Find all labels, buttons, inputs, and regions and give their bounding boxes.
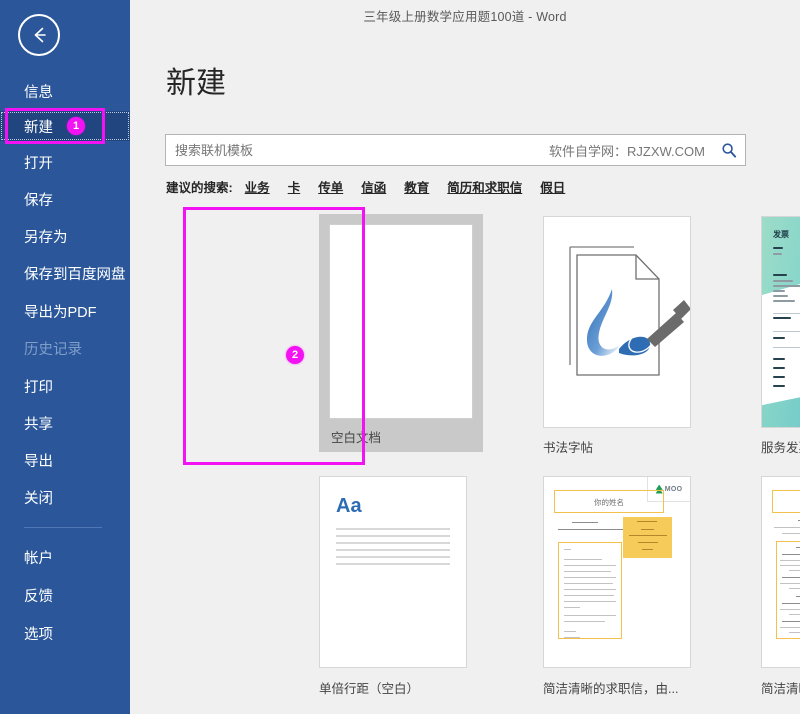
suggest-link-holiday[interactable]: 假日	[540, 177, 565, 196]
sidebar-item-label: 另存为	[24, 226, 68, 247]
invoice-title: 发票	[773, 229, 789, 240]
sidebar-item-label: 关闭	[24, 487, 53, 508]
sidebar-item-options[interactable]: 选项	[0, 618, 130, 648]
back-arrow-icon[interactable]	[18, 14, 60, 56]
template-thumbnail-invoice: 发票	[761, 216, 800, 428]
template-thumbnail-blank	[329, 224, 473, 419]
sidebar-item-feedback[interactable]: 反馈	[0, 580, 130, 610]
template-thumbnail-resume: MOO 你的姓名	[761, 476, 800, 668]
moo-brand-text: MOO	[665, 486, 683, 493]
template-moo-resume[interactable]: MOO 你的姓名	[761, 476, 800, 686]
sidebar-item-open[interactable]: 打开	[0, 147, 130, 177]
template-label: 单倍行距（空白）	[319, 678, 419, 697]
suggest-link-flyer[interactable]: 传单	[318, 177, 343, 196]
template-single-spaced-blank[interactable]: Aa 单倍行距（空白）	[319, 476, 467, 686]
sidebar-item-print[interactable]: 打印	[0, 371, 130, 401]
annotation-marker-1: 1	[67, 117, 85, 135]
template-calligraphy[interactable]: 书法字帖	[543, 216, 691, 453]
sidebar-item-label: 打开	[24, 152, 53, 173]
sidebar-item-label: 导出为PDF	[24, 301, 97, 322]
backstage-sidebar: 信息 新建 打开 保存 另存为 保存到百度网盘 导出为PDF 历史记录 打印 共…	[0, 0, 130, 714]
sidebar-item-export-pdf[interactable]: 导出为PDF	[0, 296, 130, 326]
sidebar-item-save[interactable]: 保存	[0, 184, 130, 214]
sample-text-aa: Aa	[336, 495, 362, 518]
sidebar-item-label: 共享	[24, 413, 53, 434]
suggested-searches-label: 建议的搜索:	[166, 177, 233, 196]
search-bar: 软件自学网：RJZXW.COM	[165, 134, 746, 166]
annotation-marker-2: 2	[286, 346, 304, 364]
search-icon[interactable]	[713, 135, 745, 165]
word-backstage-new-screen: 信息 新建 打开 保存 另存为 保存到百度网盘 导出为PDF 历史记录 打印 共…	[0, 0, 800, 714]
search-input[interactable]	[166, 135, 549, 165]
suggest-link-resume-cover[interactable]: 简历和求职信	[447, 177, 522, 196]
template-label: 服务发票（绿色渐变设...	[761, 437, 800, 456]
suggest-link-education[interactable]: 教育	[404, 177, 429, 196]
template-moo-cover-letter[interactable]: MOO 你的姓名	[543, 476, 691, 686]
page-title: 新建	[166, 58, 226, 102]
template-label: 空白文档	[329, 427, 473, 446]
name-placeholder: 你的姓名	[554, 497, 664, 508]
sidebar-item-history: 历史记录	[0, 333, 130, 363]
suggested-searches: 建议的搜索: 业务 卡 传单 信函 教育 简历和求职信 假日	[166, 177, 583, 196]
sidebar-item-save-as[interactable]: 另存为	[0, 221, 130, 251]
sidebar-item-label: 选项	[24, 623, 53, 644]
title-bar: 三年级上册数学应用题100道 - Word	[130, 0, 800, 30]
invoice-footer-band	[762, 375, 800, 427]
template-service-invoice[interactable]: 发票	[761, 216, 800, 453]
sidebar-item-label: 反馈	[24, 585, 53, 606]
sidebar-divider	[24, 527, 102, 528]
sidebar-item-info[interactable]: 信息	[0, 76, 130, 106]
sidebar-item-new[interactable]: 新建	[0, 111, 130, 141]
backstage-content: 三年级上册数学应用题100道 - Word 新建 软件自学网：RJZXW.COM…	[130, 0, 800, 714]
search-watermark: 软件自学网：RJZXW.COM	[549, 141, 713, 160]
template-blank-document[interactable]: 空白文档	[319, 214, 483, 452]
suggest-link-card[interactable]: 卡	[288, 177, 301, 196]
template-thumbnail-single: Aa	[319, 476, 467, 668]
sidebar-item-label: 帐户	[24, 547, 53, 568]
suggest-link-letter[interactable]: 信函	[361, 177, 386, 196]
sidebar-item-export[interactable]: 导出	[0, 445, 130, 475]
sidebar-item-close[interactable]: 关闭	[0, 482, 130, 512]
sidebar-item-label: 信息	[24, 81, 53, 102]
name-placeholder: 你的姓名	[772, 497, 800, 508]
sidebar-item-label: 保存	[24, 189, 53, 210]
template-label: 简洁清晰的求职信，由...	[543, 678, 678, 697]
sidebar-item-label: 新建	[24, 116, 53, 137]
template-label: 简洁清晰的简历，由 M...	[761, 678, 800, 697]
template-thumbnail-calligraphy	[543, 216, 691, 428]
template-label: 书法字帖	[543, 437, 593, 456]
sidebar-item-label: 导出	[24, 450, 53, 471]
sidebar-item-save-to-baidu[interactable]: 保存到百度网盘	[0, 258, 130, 288]
sidebar-item-label: 历史记录	[24, 338, 82, 359]
document-title: 三年级上册数学应用题100道 - Word	[363, 6, 566, 25]
template-thumbnail-cover-letter: MOO 你的姓名	[543, 476, 691, 668]
sidebar-item-label: 打印	[24, 376, 53, 397]
suggest-link-business[interactable]: 业务	[245, 177, 270, 196]
sidebar-item-label: 保存到百度网盘	[24, 263, 126, 284]
sidebar-item-account[interactable]: 帐户	[0, 542, 130, 572]
sidebar-item-share[interactable]: 共享	[0, 408, 130, 438]
